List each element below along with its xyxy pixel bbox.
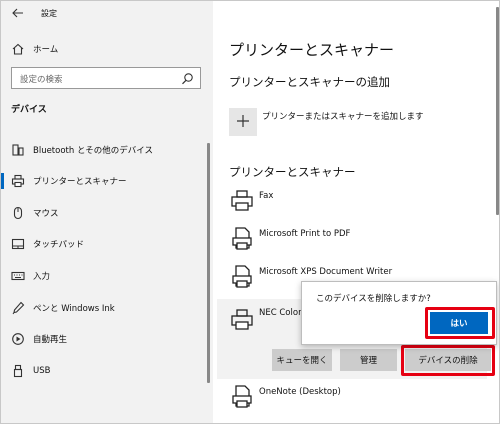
search-input[interactable]: 設定の検索: [11, 67, 201, 89]
add-printer-label[interactable]: プリンターまたはスキャナーを追加します: [262, 110, 424, 122]
plus-icon: [236, 114, 250, 131]
yes-button-highlight: [425, 307, 495, 339]
sidebar-item-home[interactable]: ホーム: [1, 36, 213, 62]
settings-window: 設定 ホーム 設定の検索 デバイス Bluetooth とその他のデバイス プリ: [0, 0, 500, 424]
confirm-question: このデバイスを削除しますか?: [316, 294, 431, 304]
printer-name: Fax: [259, 191, 274, 201]
printers-list-title: プリンターとスキャナー: [229, 165, 356, 179]
remove-button-highlight: [401, 345, 495, 376]
sidebar-item-label: ホーム: [33, 45, 59, 55]
sidebar-item-label: 自動再生: [33, 335, 68, 345]
printer-name: OneNote (Desktop): [259, 387, 341, 397]
sidebar-item-typing[interactable]: 入力: [1, 263, 213, 289]
add-printer-button[interactable]: [229, 108, 257, 136]
usb-icon: [11, 364, 25, 378]
sidebar-item-label: マウス: [33, 209, 59, 219]
sidebar-item-bluetooth[interactable]: Bluetooth とその他のデバイス: [1, 137, 213, 163]
printer-item-fax[interactable]: Fax: [229, 188, 479, 224]
bluetooth-devices-icon: [11, 143, 25, 157]
home-icon: [11, 42, 25, 56]
sidebar-item-pen[interactable]: ペンと Windows Ink: [1, 295, 213, 321]
mouse-icon: [11, 206, 25, 220]
search-icon[interactable]: [181, 72, 194, 85]
printer-item-onenote[interactable]: OneNote (Desktop): [229, 384, 479, 420]
sidebar-item-label: タッチパッド: [33, 240, 85, 250]
back-arrow-icon[interactable]: [11, 6, 25, 20]
autoplay-icon: [11, 332, 25, 346]
open-queue-button[interactable]: キューを開く: [272, 349, 332, 371]
printer-icon: [229, 307, 255, 333]
printer-icon: [229, 188, 255, 214]
sidebar: 設定 ホーム 設定の検索 デバイス Bluetooth とその他のデバイス プリ: [1, 1, 213, 423]
document-printer-icon: [229, 384, 255, 410]
pen-icon: [11, 301, 25, 315]
content-scrollbar[interactable]: [496, 7, 499, 215]
printer-name: Microsoft Print to PDF: [259, 229, 351, 239]
sidebar-item-usb[interactable]: USB: [1, 358, 213, 384]
sidebar-item-label: USB: [33, 366, 51, 376]
section-title: デバイス: [11, 105, 47, 115]
sidebar-item-printers[interactable]: プリンターとスキャナー: [1, 168, 213, 194]
search-placeholder: 設定の検索: [20, 75, 63, 85]
sidebar-item-label: プリンターとスキャナー: [33, 177, 127, 187]
sidebar-item-label: ペンと Windows Ink: [33, 304, 115, 314]
sidebar-item-autoplay[interactable]: 自動再生: [1, 326, 213, 352]
page-title: プリンターとスキャナー: [229, 41, 395, 59]
sidebar-item-mouse[interactable]: マウス: [1, 200, 213, 226]
printer-icon: [11, 174, 25, 188]
document-printer-icon: [229, 226, 255, 252]
keyboard-icon: [11, 269, 25, 283]
printer-item-print-to-pdf[interactable]: Microsoft Print to PDF: [229, 226, 479, 262]
touchpad-icon: [11, 237, 25, 251]
manage-button[interactable]: 管理: [340, 349, 397, 371]
sidebar-scrollbar[interactable]: [207, 143, 210, 383]
add-section-title: プリンターとスキャナーの追加: [229, 75, 390, 89]
window-title: 設定: [41, 9, 57, 18]
document-printer-icon: [229, 264, 255, 290]
sidebar-item-label: Bluetooth とその他のデバイス: [33, 146, 153, 156]
printer-name: NEC Color: [259, 308, 302, 318]
printer-name: Microsoft XPS Document Writer: [259, 267, 393, 277]
sidebar-item-label: 入力: [33, 272, 51, 282]
sidebar-item-touchpad[interactable]: タッチパッド: [1, 231, 213, 257]
